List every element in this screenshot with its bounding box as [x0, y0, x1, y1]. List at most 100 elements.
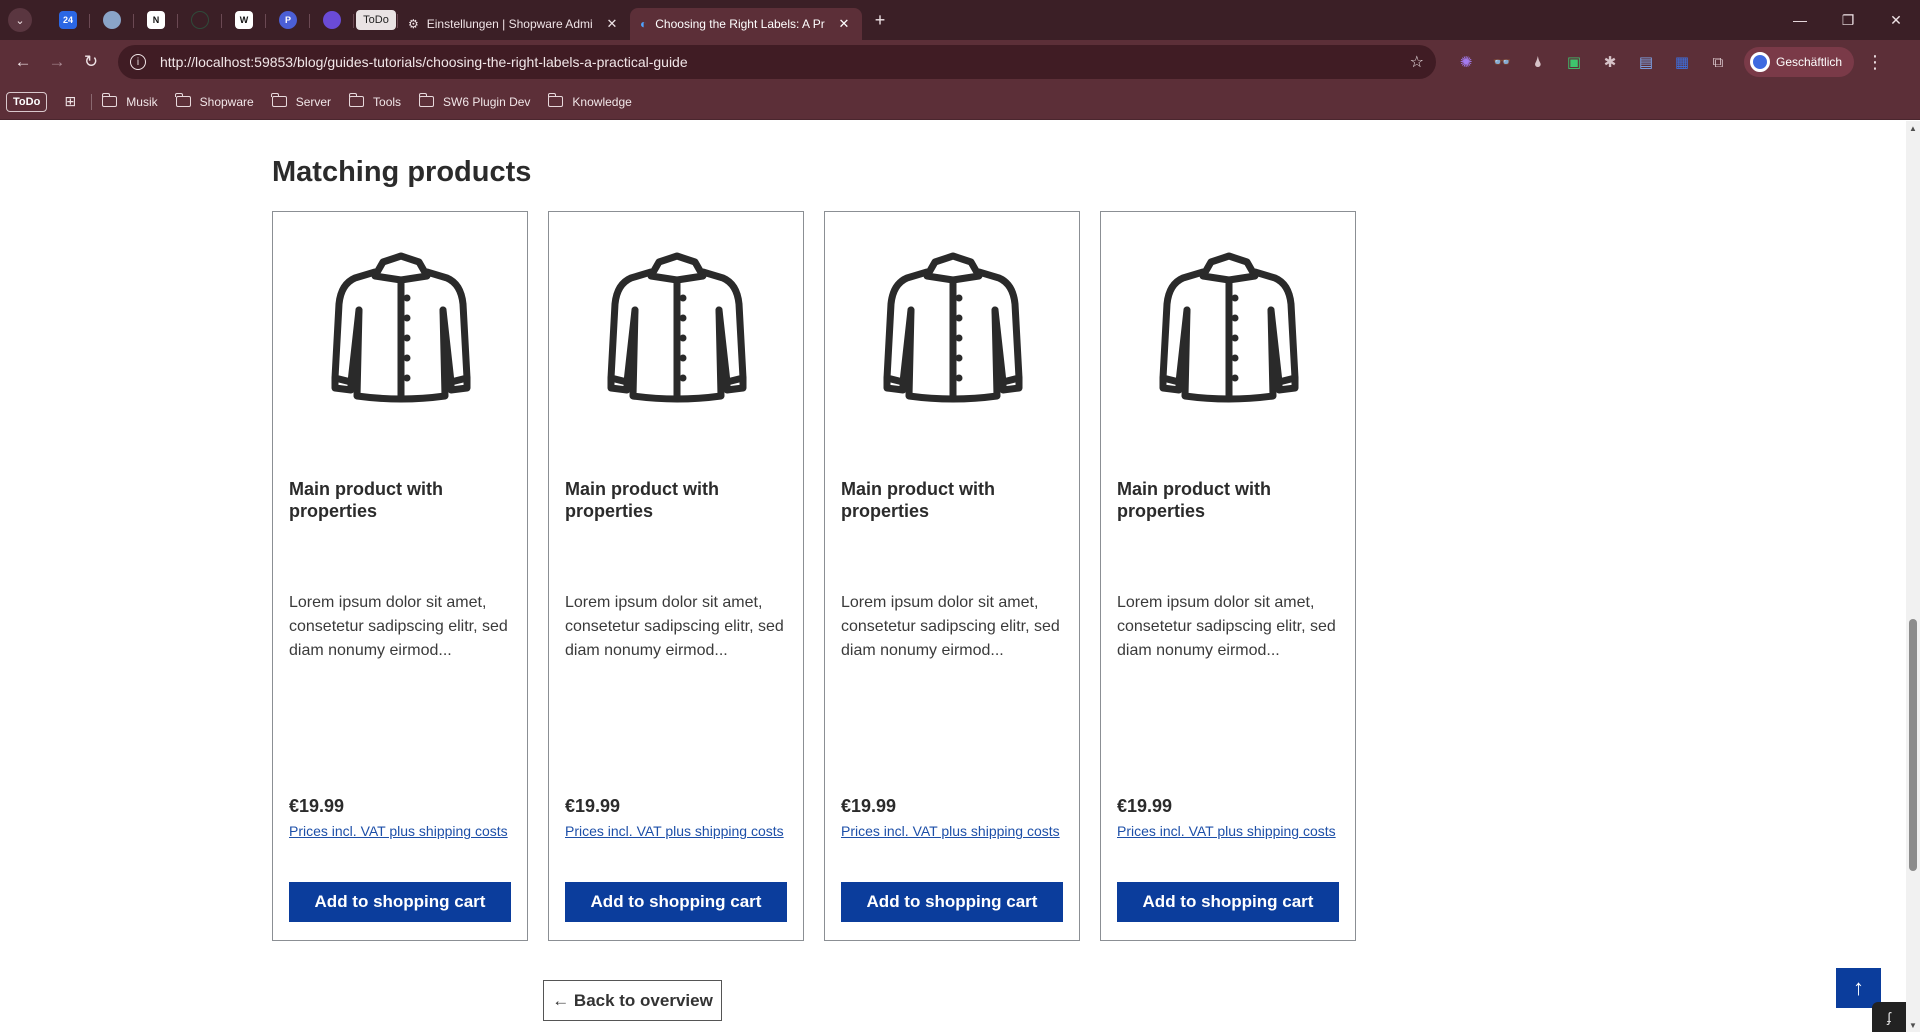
- product-description: Lorem ipsum dolor sit amet, consetetur s…: [841, 594, 1060, 659]
- product-image[interactable]: [273, 232, 529, 422]
- apps-grid-icon[interactable]: ⊞: [55, 93, 85, 110]
- bookmark-label: Musik: [126, 94, 158, 109]
- arrow-right-icon: →: [48, 52, 66, 71]
- tab-shopware-admin[interactable]: ⚙ Einstellungen | Shopware Admi ✕: [398, 8, 630, 40]
- tab-active-blog[interactable]: ◐ Choosing the Right Labels: A Pr ✕: [630, 8, 862, 40]
- product-price: €19.99: [289, 796, 345, 816]
- product-description: Lorem ipsum dolor sit amet, consetetur s…: [565, 594, 784, 659]
- extension-bug-icon[interactable]: ✱: [1592, 47, 1628, 77]
- reload-button[interactable]: ↻: [74, 45, 108, 79]
- product-name[interactable]: Main product with properties: [1117, 478, 1341, 522]
- add-to-cart-button[interactable]: Add to shopping cart: [565, 882, 787, 922]
- folder-icon: [175, 93, 191, 107]
- avatar: [1750, 52, 1770, 72]
- profile-button[interactable]: Geschäftlich: [1744, 47, 1855, 77]
- arrow-up-icon: ↑: [1853, 975, 1864, 1000]
- symfony-toolbar-icon[interactable]: ʄ: [1872, 1002, 1906, 1032]
- pinned-tab-todo[interactable]: ToDo: [354, 4, 398, 36]
- bookmark-folder-musik[interactable]: Musik: [101, 93, 158, 109]
- bookmark-label: SW6 Plugin Dev: [443, 94, 531, 109]
- new-tab-button[interactable]: +: [866, 6, 894, 34]
- pinned-tab-calendar[interactable]: 24: [46, 4, 90, 36]
- product-image[interactable]: [825, 232, 1081, 422]
- product-price: €19.99: [565, 796, 621, 816]
- chevron-down-icon: ⌄: [15, 14, 25, 27]
- arrow-left-icon: ←: [14, 52, 32, 71]
- vat-shipping-link[interactable]: Prices incl. VAT plus shipping costs: [565, 821, 789, 841]
- product-card: Main product with properties Lorem ipsum…: [1100, 211, 1356, 941]
- scrollbar-thumb[interactable]: [1909, 619, 1917, 871]
- add-to-cart-button[interactable]: Add to shopping cart: [841, 882, 1063, 922]
- minimize-button[interactable]: —: [1776, 0, 1824, 40]
- todo-icon: ToDo: [356, 10, 396, 30]
- extension-badge-icon[interactable]: ▦: [1664, 47, 1700, 77]
- jacket-icon: [1159, 252, 1299, 403]
- pinned-tab-orb[interactable]: [310, 4, 354, 36]
- close-icon[interactable]: ✕: [836, 16, 852, 32]
- product-image[interactable]: [549, 232, 805, 422]
- product-price: €19.99: [1117, 796, 1173, 816]
- browser-menu-icon[interactable]: ⋮: [1860, 52, 1890, 73]
- back-to-overview-button[interactable]: ← Back to overview: [543, 980, 722, 1021]
- folder-icon: [418, 93, 435, 107]
- product-image[interactable]: [1101, 232, 1357, 422]
- tab-strip: ⌄ 24 N W P ToDo ⚙ Einstellungen | Shopwa…: [0, 0, 1920, 40]
- vat-shipping-link[interactable]: Prices incl. VAT plus shipping costs: [289, 821, 513, 841]
- address-bar[interactable]: i http://localhost:59853/blog/guides-tut…: [118, 45, 1436, 79]
- profile-label: Geschäftlich: [1776, 55, 1843, 69]
- bookmark-label: Shopware: [199, 94, 254, 109]
- page-viewport: Matching products Main product with prop…: [0, 121, 1906, 1032]
- gear-icon: ⚙: [408, 17, 419, 31]
- bookmark-label: Tools: [373, 94, 402, 109]
- bookmark-todo[interactable]: ToDo: [6, 91, 48, 112]
- browser-toolbar: ← → ↻ i http://localhost:59853/blog/guid…: [0, 40, 1920, 84]
- pinned-tab-w[interactable]: W: [222, 4, 266, 36]
- vat-shipping-link[interactable]: Prices incl. VAT plus shipping costs: [1117, 821, 1341, 841]
- product-name[interactable]: Main product with properties: [289, 478, 513, 522]
- extension-translate-icon[interactable]: ▤: [1628, 47, 1664, 77]
- pinned-tab-notion[interactable]: N: [134, 4, 178, 36]
- close-window-button[interactable]: ✕: [1872, 0, 1920, 40]
- pinned-tab-github[interactable]: [178, 4, 222, 36]
- site-info-icon[interactable]: i: [130, 54, 146, 70]
- pinned-tab-cube[interactable]: [90, 4, 134, 36]
- bookmark-folder-tools[interactable]: Tools: [348, 93, 402, 109]
- bookmark-folder-sw6-plugin-dev[interactable]: SW6 Plugin Dev: [418, 93, 531, 109]
- folder-icon: [547, 93, 564, 107]
- pinned-tab-p[interactable]: P: [266, 4, 310, 36]
- bookmark-star-icon[interactable]: ☆: [1410, 52, 1424, 72]
- bookmark-folder-server[interactable]: Server: [271, 93, 331, 109]
- product-name[interactable]: Main product with properties: [565, 478, 789, 522]
- tab-search-button[interactable]: ⌄: [8, 8, 32, 32]
- extension-glasses-icon[interactable]: 👓: [1484, 47, 1520, 77]
- bookmark-folder-knowledge[interactable]: Knowledge: [547, 93, 632, 109]
- forward-button[interactable]: →: [40, 45, 74, 79]
- notion-icon: N: [147, 11, 165, 29]
- github-icon: [191, 11, 209, 29]
- product-slider: Main product with properties Lorem ipsum…: [272, 211, 1356, 941]
- extension-drop-icon[interactable]: 🌢: [1520, 47, 1556, 77]
- address-url[interactable]: http://localhost:59853/blog/guides-tutor…: [160, 54, 1410, 70]
- extensions-puzzle-icon[interactable]: ⧉: [1700, 47, 1736, 77]
- product-card: Main product with properties Lorem ipsum…: [272, 211, 528, 941]
- bookmark-folder-shopware[interactable]: Shopware: [175, 93, 254, 109]
- close-icon[interactable]: ✕: [604, 16, 620, 32]
- scroll-up-icon[interactable]: ▲: [1906, 121, 1920, 135]
- folder-icon: [348, 93, 365, 107]
- product-card: Main product with properties Lorem ipsum…: [548, 211, 804, 941]
- product-name[interactable]: Main product with properties: [841, 478, 1065, 522]
- page-scrollbar[interactable]: ▲ ▼: [1906, 121, 1920, 1032]
- extension-on-icon[interactable]: ▣: [1556, 47, 1592, 77]
- bookmark-label: Knowledge: [572, 94, 632, 109]
- product-price: €19.99: [841, 796, 897, 816]
- extension-gear-icon[interactable]: ✺: [1448, 47, 1484, 77]
- add-to-cart-button[interactable]: Add to shopping cart: [1117, 882, 1339, 922]
- scroll-down-icon[interactable]: ▼: [1906, 1018, 1920, 1032]
- back-button[interactable]: ←: [6, 45, 40, 79]
- vat-shipping-link[interactable]: Prices incl. VAT plus shipping costs: [841, 821, 1065, 841]
- calendar-24-icon: 24: [59, 11, 77, 29]
- tab-title: Choosing the Right Labels: A Pr: [655, 17, 825, 31]
- product-card: Main product with properties Lorem ipsum…: [824, 211, 1080, 941]
- add-to-cart-button[interactable]: Add to shopping cart: [289, 882, 511, 922]
- restore-button[interactable]: ❐: [1824, 0, 1872, 40]
